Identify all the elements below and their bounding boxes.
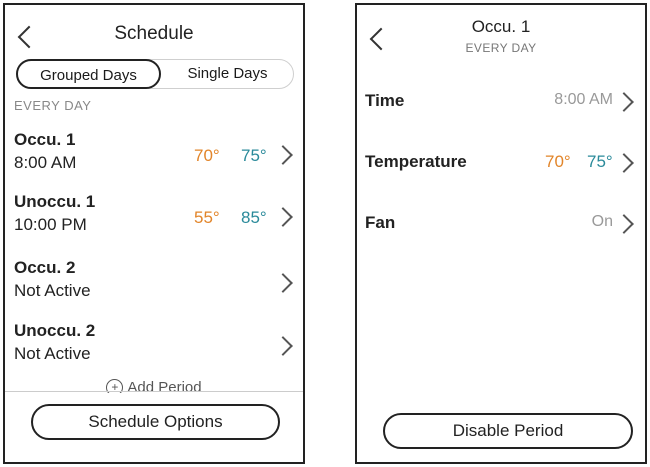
cool-setpoint: 85° [241, 208, 267, 227]
tab-grouped-days[interactable]: Grouped Days [16, 59, 161, 89]
tab-single-days[interactable]: Single Days [161, 59, 294, 89]
schedule-options-button[interactable]: Schedule Options [31, 404, 280, 440]
page-subtitle: EVERY DAY [465, 41, 537, 55]
page-title: Occu. 1 [471, 17, 531, 36]
heat-setpoint: 55° [194, 208, 220, 227]
heat-setpoint: 70° [545, 152, 571, 171]
cool-setpoint: 75° [587, 152, 613, 171]
setting-label: Time [365, 91, 405, 110]
period-row-occu-1[interactable]: Occu. 1 8:00 AM 70° 75° [5, 130, 303, 188]
heat-setpoint: 70° [194, 146, 220, 165]
chevron-right-icon [614, 92, 634, 112]
period-row-unoccu-2[interactable]: Unoccu. 2 Not Active [5, 321, 303, 379]
chevron-right-icon [614, 153, 634, 173]
period-name: Occu. 1 [14, 130, 76, 149]
chevron-right-icon [273, 273, 293, 293]
page-title: Schedule [114, 23, 194, 44]
divider [5, 391, 303, 392]
period-name: Unoccu. 1 [14, 192, 96, 211]
schedule-screen: Schedule Grouped Days Single Days EVERY … [3, 3, 305, 464]
period-status: Not Active [14, 281, 91, 300]
day-mode-toggle: Grouped Days Single Days [16, 59, 294, 89]
chevron-right-icon [273, 207, 293, 227]
period-row-unoccu-1[interactable]: Unoccu. 1 10:00 PM 55° 85° [5, 192, 303, 250]
chevron-right-icon [273, 336, 293, 356]
cool-setpoint: 75° [241, 146, 267, 165]
setting-temperature[interactable]: Temperature 70° 75° [357, 147, 645, 179]
period-row-occu-2[interactable]: Occu. 2 Not Active [5, 258, 303, 316]
section-label: EVERY DAY [14, 98, 92, 113]
period-time: 8:00 AM [14, 153, 77, 172]
setting-label: Temperature [365, 152, 467, 171]
disable-period-button[interactable]: Disable Period [383, 413, 633, 449]
setting-value: On [591, 213, 613, 230]
setting-value: 8:00 AM [554, 91, 613, 108]
period-detail-screen: Occu. 1 EVERY DAY Time 8:00 AM Temperatu… [355, 3, 647, 464]
period-name: Unoccu. 2 [14, 321, 96, 340]
period-name: Occu. 2 [14, 258, 76, 277]
period-time: 10:00 PM [14, 215, 87, 234]
setting-label: Fan [365, 213, 396, 232]
chevron-right-icon [614, 214, 634, 234]
setting-time[interactable]: Time 8:00 AM [357, 86, 645, 118]
period-status: Not Active [14, 344, 91, 363]
setting-fan[interactable]: Fan On [357, 208, 645, 240]
chevron-right-icon [273, 145, 293, 165]
